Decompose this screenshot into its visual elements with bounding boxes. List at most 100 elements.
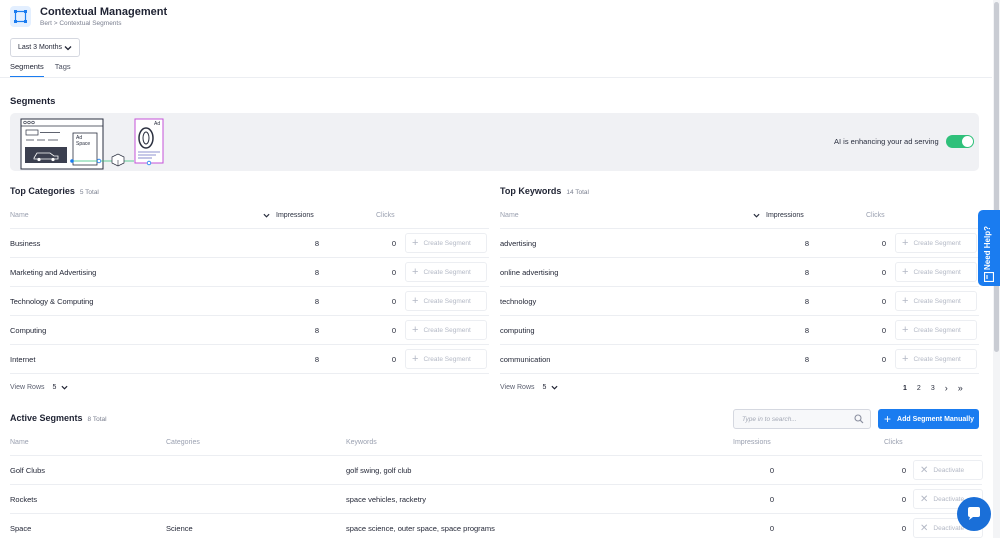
column-name[interactable]: Name: [10, 212, 29, 219]
view-rows-value: 5: [542, 384, 547, 391]
column-impressions[interactable]: Impressions: [733, 439, 771, 446]
column-name[interactable]: Name: [10, 439, 29, 446]
top-keywords-count: 14 Total: [566, 189, 589, 196]
keyword-name: technology: [500, 297, 537, 306]
impressions-value: 8: [314, 268, 319, 277]
date-range-select[interactable]: Last 3 Months: [10, 38, 80, 57]
category-name: Internet: [10, 355, 36, 364]
close-icon: ✕: [920, 464, 929, 476]
column-clicks[interactable]: Clicks: [866, 212, 885, 219]
plus-icon: +: [412, 237, 419, 249]
plus-icon: +: [902, 266, 909, 278]
impressions-value: 0: [769, 466, 774, 475]
active-segments-heading: Active Segments 8 Total: [10, 413, 107, 423]
segment-name: Rockets: [10, 495, 38, 504]
clicks-value: 0: [901, 495, 906, 504]
category-name: Marketing and Advertising: [10, 268, 97, 277]
impressions-value: 8: [804, 355, 809, 364]
page-3[interactable]: 3: [931, 385, 935, 392]
segment-search-input[interactable]: [734, 410, 844, 428]
table-row: online advertising 8 0 + Create Segment: [500, 258, 979, 287]
add-segment-label: Add Segment Manually: [897, 415, 975, 423]
clicks-value: 0: [391, 297, 396, 306]
impressions-value: 8: [314, 297, 319, 306]
chat-launcher-button[interactable]: [957, 497, 991, 531]
svg-text:Space: Space: [76, 141, 90, 147]
create-segment-button[interactable]: + Create Segment: [405, 320, 487, 340]
keywords-pagination: 1 2 3 › »: [903, 383, 973, 393]
search-icon[interactable]: [854, 414, 864, 424]
clicks-value: 0: [391, 355, 396, 364]
page-header: Contextual Management Bert > Contextual …: [10, 6, 167, 27]
view-rows-value: 5: [52, 384, 57, 391]
next-page-icon[interactable]: ›: [945, 383, 948, 393]
scrollbar-thumb[interactable]: [994, 2, 999, 352]
column-clicks[interactable]: Clicks: [376, 212, 395, 219]
create-segment-label: Create Segment: [913, 297, 961, 305]
category-name: Technology & Computing: [10, 297, 94, 306]
table-header: Name Impressions Clicks: [10, 201, 489, 229]
plus-icon: +: [884, 412, 892, 426]
top-categories-table: Name Impressions Clicks Business 8 0 + Cr…: [10, 201, 489, 374]
last-page-icon[interactable]: »: [958, 383, 963, 393]
segment-categories: Science: [166, 524, 193, 533]
keyword-name: advertising: [500, 239, 537, 248]
create-segment-button[interactable]: + Create Segment: [895, 349, 977, 369]
create-segment-button[interactable]: + Create Segment: [405, 349, 487, 369]
segment-keywords: space science, outer space, space progra…: [346, 524, 495, 533]
impressions-value: 8: [804, 326, 809, 335]
top-keywords-heading: Top Keywords 14 Total: [500, 186, 589, 196]
column-keywords[interactable]: Keywords: [346, 439, 377, 446]
segment-search: [733, 409, 871, 429]
impressions-value: 8: [804, 239, 809, 248]
chevron-down-icon: [64, 46, 72, 51]
create-segment-button[interactable]: + Create Segment: [895, 291, 977, 311]
breadcrumb[interactable]: Bert > Contextual Segments: [40, 20, 167, 27]
column-name[interactable]: Name: [500, 212, 519, 219]
clicks-value: 0: [901, 524, 906, 533]
plus-icon: +: [412, 266, 419, 278]
sort-chevron-down-icon[interactable]: [263, 212, 270, 219]
date-range-value: Last 3 Months: [18, 44, 62, 51]
tab-tags[interactable]: Tags: [55, 62, 71, 78]
create-segment-button[interactable]: + Create Segment: [895, 233, 977, 253]
create-segment-label: Create Segment: [913, 326, 961, 334]
create-segment-button[interactable]: + Create Segment: [405, 233, 487, 253]
ai-enhancing-toggle[interactable]: [946, 135, 974, 148]
column-categories[interactable]: Categories: [166, 439, 200, 446]
create-segment-button[interactable]: + Create Segment: [405, 262, 487, 282]
keyword-name: communication: [500, 355, 551, 364]
table-row: Computing 8 0 + Create Segment: [10, 316, 489, 345]
sort-chevron-down-icon[interactable]: [753, 212, 760, 219]
keywords-view-rows[interactable]: View Rows 5: [500, 384, 558, 391]
column-clicks[interactable]: Clicks: [884, 439, 903, 446]
top-categories-title: Top Categories: [10, 186, 75, 196]
page-2[interactable]: 2: [917, 385, 921, 392]
add-segment-manually-button[interactable]: + Add Segment Manually: [878, 409, 979, 429]
impressions-value: 8: [314, 239, 319, 248]
plus-icon: +: [412, 353, 419, 365]
close-icon: ✕: [920, 522, 929, 534]
tab-segments[interactable]: Segments: [10, 62, 44, 78]
impressions-value: 0: [769, 524, 774, 533]
active-segments-table: Name Categories Keywords Impressions Cli…: [10, 428, 983, 538]
create-segment-label: Create Segment: [423, 239, 471, 247]
clicks-value: 0: [901, 466, 906, 475]
create-segment-button[interactable]: + Create Segment: [895, 262, 977, 282]
table-row: Business 8 0 + Create Segment: [10, 229, 489, 258]
segment-name: Space: [10, 524, 32, 533]
column-impressions[interactable]: Impressions: [276, 212, 314, 219]
ad-serving-illustration: Ad Space Ad: [20, 118, 164, 170]
need-help-tab[interactable]: Need Help?: [978, 210, 1000, 286]
plus-icon: +: [902, 324, 909, 336]
categories-view-rows[interactable]: View Rows 5: [10, 384, 68, 391]
page-1[interactable]: 1: [903, 385, 907, 392]
column-impressions[interactable]: Impressions: [766, 212, 804, 219]
clicks-value: 0: [391, 326, 396, 335]
create-segment-button[interactable]: + Create Segment: [895, 320, 977, 340]
deactivate-button[interactable]: ✕ Deactivate: [913, 460, 983, 480]
contextual-app-icon: [10, 6, 31, 27]
create-segment-button[interactable]: + Create Segment: [405, 291, 487, 311]
keyword-name: computing: [500, 326, 535, 335]
top-categories-count: 5 Total: [79, 189, 99, 196]
